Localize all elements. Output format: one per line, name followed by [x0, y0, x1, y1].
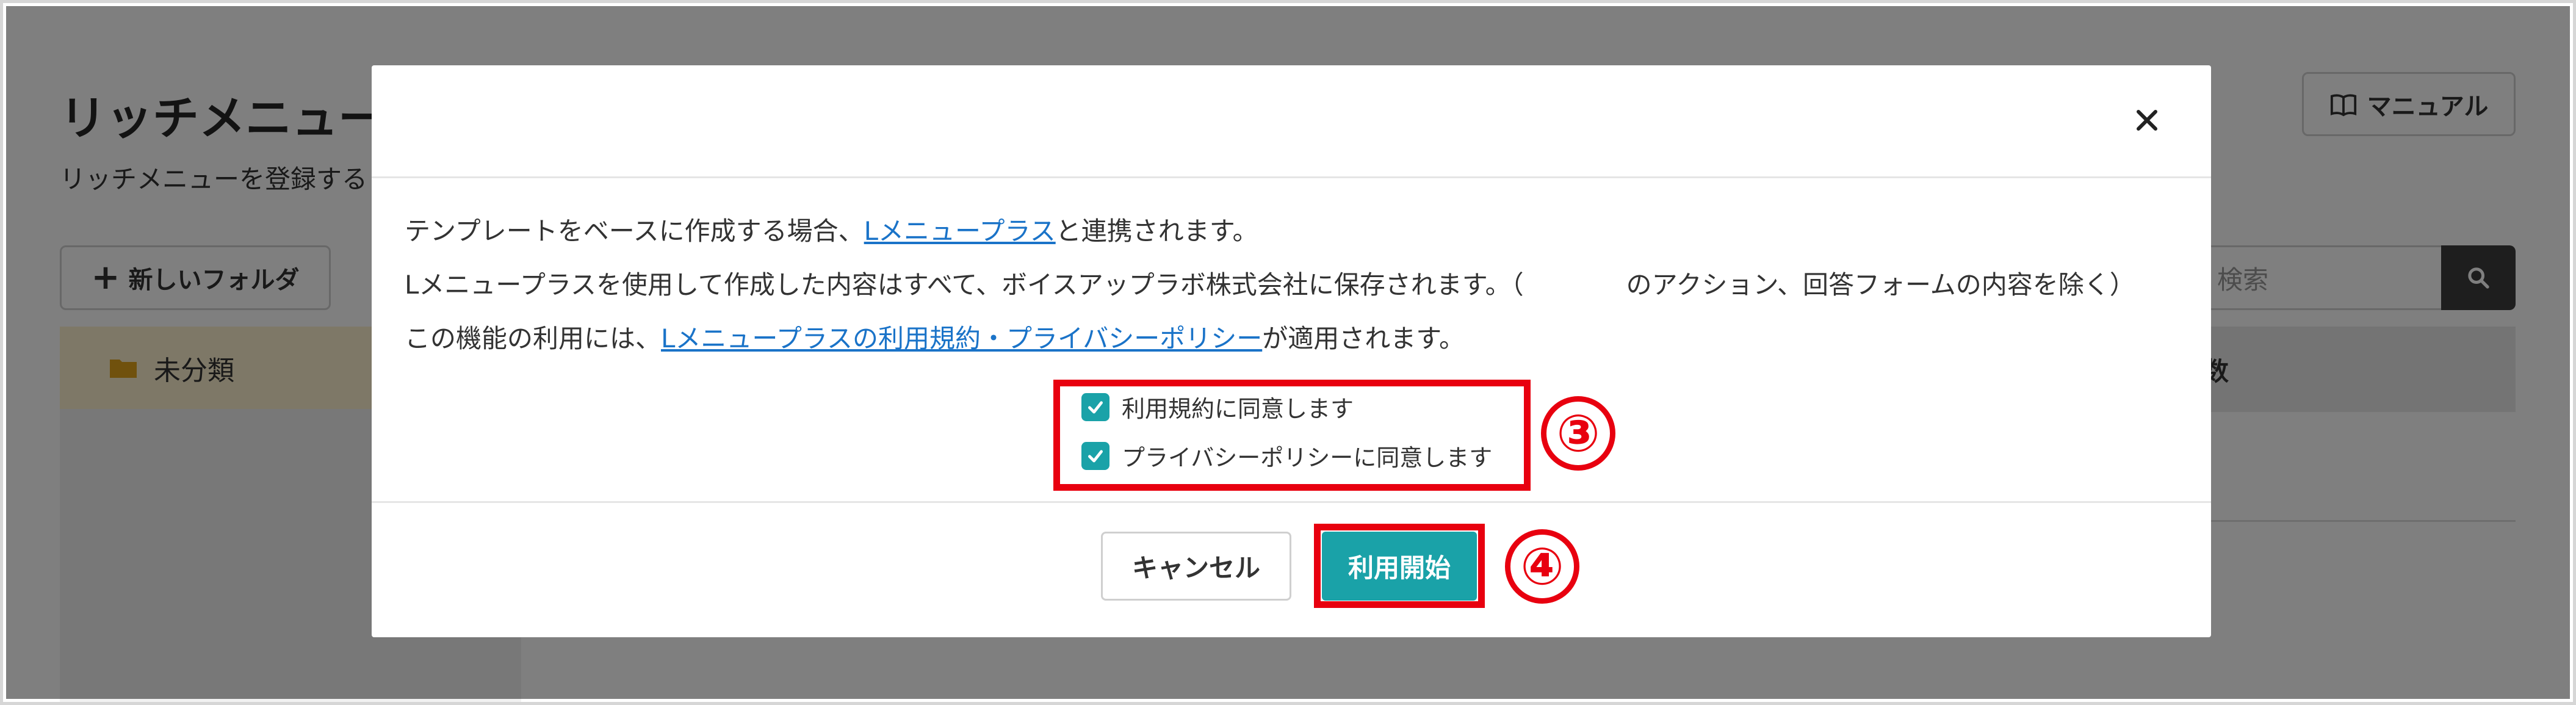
- line3-prefix: この機能の利用には、: [405, 324, 662, 353]
- cancel-button[interactable]: キャンセル: [1101, 532, 1291, 601]
- checkbox-highlight-frame: [1053, 380, 1531, 491]
- start-button-highlight-frame: [1314, 524, 1485, 608]
- line1-suffix: と連携されます。: [1055, 216, 1258, 246]
- terms-privacy-link[interactable]: Lメニュープラスの利用規約・プライバシーポリシー: [661, 324, 1262, 353]
- step-3-marker: ③: [1541, 396, 1615, 471]
- line1-prefix: テンプレートをベースに作成する場合、: [405, 216, 864, 246]
- screenshot-frame: リッチメニュー リッチメニューを登録する マニュアル + 新しいフォルダ 未分類…: [0, 0, 2576, 705]
- terms-dialog: テンプレートをベースに作成する場合、Lメニュープラスと連携されます。 Lメニュー…: [372, 65, 2211, 637]
- dialog-text-line2: Lメニュープラスを使用して作成した内容はすべて、ボイスアップラボ株式会社に保存さ…: [405, 270, 2135, 300]
- line3-suffix: が適用されます。: [1262, 324, 1465, 353]
- step-4-marker: ④: [1505, 529, 1579, 604]
- lmenu-plus-link[interactable]: Lメニュープラス: [864, 216, 1056, 246]
- close-button[interactable]: [2126, 99, 2168, 142]
- close-icon: [2137, 110, 2157, 131]
- dialog-text-line1: テンプレートをベースに作成する場合、Lメニュープラスと連携されます。: [405, 211, 1258, 248]
- dialog-footer-divider: [372, 501, 2211, 503]
- dialog-text-line3: この機能の利用には、Lメニュープラスの利用規約・プライバシーポリシーが適用されま…: [405, 318, 1465, 355]
- dialog-header-divider: [372, 176, 2211, 178]
